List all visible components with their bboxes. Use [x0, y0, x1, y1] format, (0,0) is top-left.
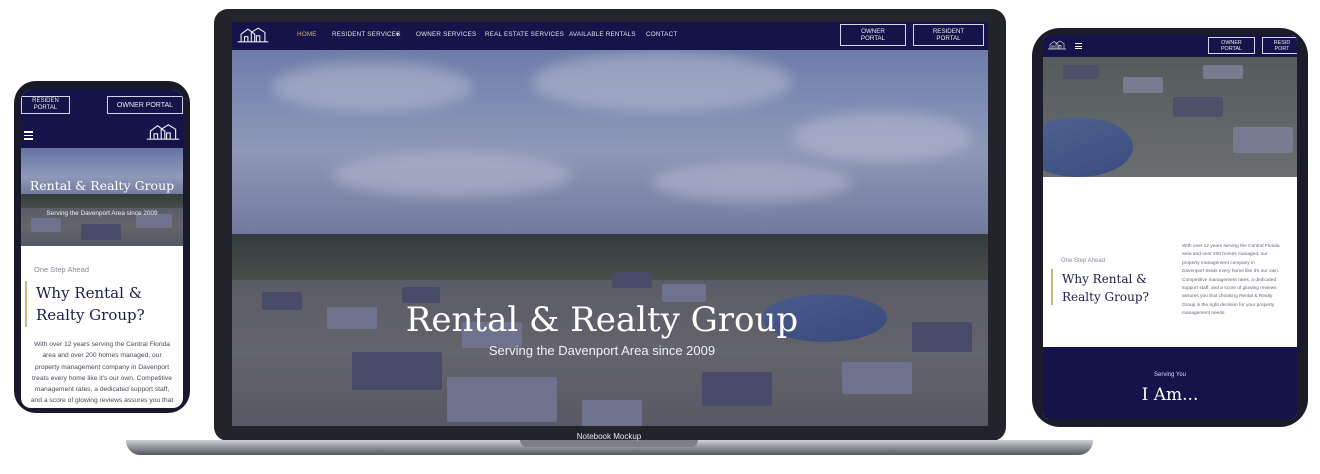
- tablet-about-line: Competitive management rates, a dedicate…: [1182, 277, 1277, 283]
- resident-portal-label-line2: PORTAL: [936, 35, 961, 42]
- phone-about-line: management rates, a dedicated support st…: [34, 386, 170, 394]
- tablet-owner-portal-button[interactable]: OWNER PORTAL: [1208, 37, 1255, 54]
- nav-real-estate-services[interactable]: REAL ESTATE SERVICES: [485, 31, 564, 38]
- tablet-about-line: support staff, and a score of glowing re…: [1182, 286, 1277, 292]
- phone-hero-title: Rental & Realty Group: [29, 178, 175, 193]
- tablet-kicker: One Step Ahead: [1061, 258, 1106, 264]
- house-logo-icon[interactable]: [1047, 39, 1067, 51]
- tablet-about-line: area and over 200 homes managed, our: [1182, 252, 1268, 258]
- laptop-screen: HOME RESIDENT SERVICES ▼ OWNER SERVICES …: [232, 22, 988, 426]
- phone-resident-portal-line2: PORTAL: [33, 105, 58, 111]
- tablet-about-line: management needs.: [1182, 311, 1226, 317]
- phone-owner-portal-label: OWNER PORTAL: [116, 101, 174, 109]
- tablet-about-line: Group is the right decision for your pro…: [1182, 302, 1275, 308]
- resident-portal-button[interactable]: RESIDENT PORTAL: [913, 24, 984, 46]
- phone-about-heading-line1: Why Rental &: [36, 284, 143, 302]
- tablet-resident-portal-button[interactable]: RESID PORT: [1262, 37, 1297, 54]
- tablet-about-line: assures you that choosing Rental & Realt…: [1182, 294, 1273, 300]
- chevron-down-icon[interactable]: ▼: [395, 32, 400, 38]
- tablet-resident-portal-line2: PORT: [1274, 45, 1290, 52]
- hero-title: Rental & Realty Group: [405, 300, 799, 340]
- hamburger-menu-icon[interactable]: [24, 131, 33, 140]
- phone-about-heading: Why Rental & Realty Group?: [36, 282, 145, 326]
- owner-portal-label-line2: PORTAL: [860, 35, 886, 42]
- phone-resident-portal-line1: RESIDEN: [32, 98, 59, 104]
- tablet-heading-accent: [1051, 269, 1053, 305]
- phone-owner-portal-button[interactable]: OWNER PORTAL: [107, 96, 183, 114]
- nav-contact[interactable]: CONTACT: [646, 31, 677, 38]
- tablet-about-body: With over 12 years serving the Central F…: [1182, 243, 1297, 319]
- tablet-about-heading-line2: Realty Group?: [1062, 290, 1149, 304]
- hamburger-menu-icon[interactable]: [1075, 43, 1082, 49]
- mockup-caption: Notebook Mockup: [576, 432, 642, 441]
- serving-heading: I Am...: [1141, 385, 1199, 405]
- phone-about-line: With over 12 years serving the Central F…: [33, 341, 171, 348]
- nav-available-rentals[interactable]: AVAILABLE RENTALS: [569, 31, 636, 38]
- tablet-about-line: Davenport treats every home like it's ou…: [1182, 269, 1280, 275]
- tablet-serving-section: Serving You I Am...: [1043, 347, 1297, 419]
- phone-kicker: One Step Ahead: [34, 265, 90, 274]
- phone-about-line: property management company in Davenport: [34, 363, 170, 371]
- resident-portal-label-line1: RESIDENT: [932, 28, 965, 35]
- tablet-hero: [1043, 57, 1297, 177]
- tablet-about-heading: Why Rental & Realty Group?: [1062, 270, 1149, 306]
- house-logo-icon[interactable]: [236, 26, 270, 44]
- tablet-screen: OWNER PORTAL RESID PORT One Step Ahead W…: [1043, 35, 1297, 419]
- house-logo-icon[interactable]: [145, 122, 181, 142]
- serving-kicker: Serving You: [1153, 372, 1187, 378]
- phone-hero-tagline: Serving the Davenport Area since 2009: [46, 210, 158, 217]
- nav-resident-services[interactable]: RESIDENT SERVICES: [332, 31, 401, 38]
- owner-portal-label-line1: OWNER: [861, 28, 885, 35]
- tablet-about-line: property management company in: [1182, 260, 1255, 266]
- nav-home[interactable]: HOME: [297, 31, 317, 38]
- phone-resident-portal-button[interactable]: RESIDEN PORTAL: [21, 96, 70, 114]
- laptop-notch: [520, 440, 698, 447]
- phone-screen: RESIDEN PORTAL OWNER PORTAL Rental & Rea…: [21, 90, 183, 408]
- nav-owner-services[interactable]: OWNER SERVICES: [416, 31, 476, 38]
- tablet-owner-portal-line2: PORTAL: [1220, 45, 1243, 52]
- hero-overlay: [232, 22, 988, 426]
- owner-portal-button[interactable]: OWNER PORTAL: [840, 24, 906, 46]
- tablet-about-line: With over 12 years serving the Central F…: [1182, 244, 1280, 249]
- phone-about-line: and a score of glowing reviews assures y…: [30, 397, 174, 405]
- phone-about-line: area and over 200 homes managed, our: [42, 352, 162, 360]
- phone-heading-accent: [25, 281, 27, 327]
- phone-about-body: With over 12 years serving the Central F…: [21, 339, 183, 407]
- phone-about-line: treats every home like it's our own. Com…: [32, 374, 172, 382]
- tablet-about-heading-line1: Why Rental &: [1062, 272, 1147, 286]
- phone-hero: Rental & Realty Group Serving the Davenp…: [21, 148, 183, 246]
- hero-tagline: Serving the Davenport Area since 2009: [488, 343, 716, 358]
- top-nav: HOME RESIDENT SERVICES ▼ OWNER SERVICES …: [232, 22, 988, 50]
- phone-about-heading-line2: Realty Group?: [36, 306, 145, 324]
